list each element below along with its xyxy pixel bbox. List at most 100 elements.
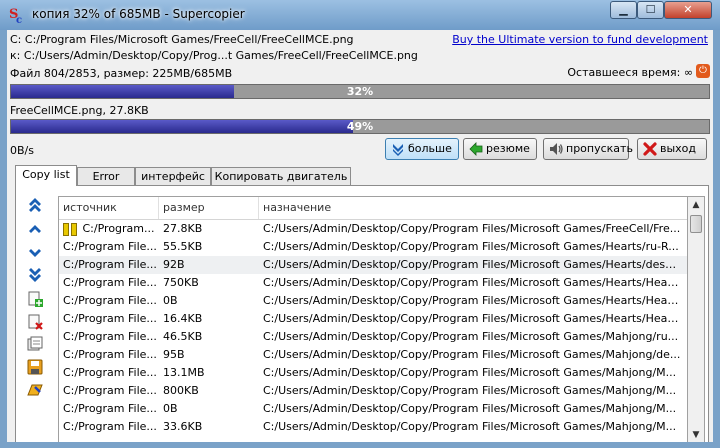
overall-progress-label: 32% — [346, 85, 374, 98]
resume-button-label: резюме — [486, 142, 530, 155]
minimize-button[interactable]: ▁ — [610, 1, 637, 19]
row-destination: C:/Users/Admin/Desktop/Copy/Program File… — [263, 384, 677, 397]
load-list-icon[interactable] — [26, 381, 44, 399]
row-size: 0B — [163, 402, 178, 415]
tab-error[interactable]: Error — [77, 167, 135, 185]
row-size: 46.5KB — [163, 330, 203, 343]
exit-button-label: выход — [660, 142, 697, 155]
cancel-x-icon — [643, 142, 657, 156]
row-source: C:/Program File... — [59, 292, 159, 310]
row-source: C:/Program File... — [59, 382, 159, 400]
move-up-icon[interactable] — [26, 220, 44, 238]
row-destination: C:/Users/Admin/Desktop/Copy/Program File… — [263, 366, 677, 379]
row-source: C:/Program File... — [59, 256, 159, 274]
skip-button-label: пропускать — [566, 142, 633, 155]
table-row[interactable]: C:/Program File... 55.5KB C:/Users/Admin/D… — [59, 238, 687, 256]
file-count-size: Файл 804/2853, размер: 225MB/685MB — [10, 67, 233, 80]
list-vertical-scrollbar[interactable]: ▲ ▼ — [688, 196, 705, 442]
more-button-label: больше — [408, 142, 452, 155]
tab-copy-list[interactable]: Copy list — [15, 165, 77, 186]
maximize-button[interactable]: ☐ — [637, 1, 664, 19]
edit-item-icon[interactable] — [26, 335, 44, 353]
more-button[interactable]: больше — [385, 138, 459, 160]
row-size: 27.8KB — [163, 222, 203, 235]
file-progress-bar: 49% — [10, 119, 710, 134]
table-row[interactable]: C:/Program File... 13.1MB C:/Users/Admin/D… — [59, 364, 687, 382]
svg-text:c: c — [16, 15, 22, 24]
promo-link[interactable]: Buy the Ultimate version to fund develop… — [452, 33, 708, 46]
table-row[interactable]: C:/Program File... 92B C:/Users/Admin/Desk… — [59, 256, 687, 274]
transfer-speed: 0B/s — [10, 144, 34, 157]
move-to-top-icon[interactable] — [26, 196, 44, 214]
title-bar[interactable]: S c копия 32% of 685MB - Supercopier ▁ ☐… — [0, 0, 720, 30]
row-source-text: C:/Program File... — [63, 330, 157, 343]
row-source-text: C:/Program... — [82, 222, 155, 235]
resume-button[interactable]: резюме — [463, 138, 537, 160]
tab-copy-engine[interactable]: Копировать двигатель — [211, 167, 351, 185]
supercopier-window: S c копия 32% of 685MB - Supercopier ▁ ☐… — [0, 0, 720, 448]
close-button[interactable]: ✕ — [664, 1, 712, 19]
scrollbar-thumb[interactable] — [690, 215, 702, 233]
copy-list-panel: источник размер назначение C:/Program...… — [15, 185, 709, 442]
remove-file-icon[interactable] — [26, 313, 44, 331]
row-source: C:/Program File... — [59, 364, 159, 382]
skip-speaker-icon — [550, 143, 563, 155]
scroll-up-arrow-icon[interactable]: ▲ — [688, 197, 704, 213]
row-destination: C:/Users/Admin/Desktop/Copy/Program File… — [263, 222, 681, 235]
table-row[interactable]: C:/Program File... 0B C:/Users/Admin/Deskt… — [59, 292, 687, 310]
row-source-text: C:/Program File... — [63, 240, 157, 253]
row-source-text: C:/Program File... — [63, 348, 157, 361]
add-file-icon[interactable] — [26, 290, 44, 308]
row-destination: C:/Users/Admin/Desktop/Copy/Program File… — [263, 330, 679, 343]
table-row[interactable]: C:/Program File... 0B C:/Users/Admin/Deskt… — [59, 400, 687, 418]
row-source-text: C:/Program File... — [63, 384, 157, 397]
row-destination: C:/Users/Admin/Desktop/Copy/Program File… — [263, 276, 681, 289]
row-source: C:/Program File... — [59, 418, 159, 436]
table-row[interactable]: C:/Program... 27.8KB C:/Users/Admin/Deskto… — [59, 220, 687, 238]
supercopier-logo-icon: S c — [9, 7, 22, 24]
table-row[interactable]: C:/Program File... 16.4KB C:/Users/Admin/D… — [59, 310, 687, 328]
row-size: 33.6KB — [163, 420, 203, 433]
exit-button[interactable]: выход — [637, 138, 707, 160]
list-action-toolbar — [16, 186, 58, 442]
row-destination: C:/Users/Admin/Desktop/Copy/Program File… — [263, 294, 681, 307]
row-source: C:/Program File... — [59, 238, 159, 256]
row-size: 95B — [163, 348, 185, 361]
column-header-destination[interactable]: назначение — [259, 197, 681, 219]
row-source: C:/Program... — [59, 220, 159, 238]
table-row[interactable]: C:/Program File... 800KB C:/Users/Admin/De… — [59, 382, 687, 400]
save-list-icon[interactable] — [26, 358, 44, 376]
time-remaining-icon[interactable]: ⏻ — [696, 64, 710, 78]
row-size: 16.4KB — [163, 312, 203, 325]
overall-progress-bar: 32% — [10, 84, 710, 99]
table-row[interactable]: C:/Program File... 33.6KB C:/Users/Admin/D… — [59, 418, 687, 436]
copy-list-table[interactable]: источник размер назначение C:/Program...… — [58, 196, 688, 442]
scroll-down-arrow-icon[interactable]: ▼ — [688, 427, 704, 442]
row-source: C:/Program File... — [59, 310, 159, 328]
row-destination: C:/Users/Admin/Desktop/Copy/Program File… — [263, 402, 677, 415]
row-destination: C:/Users/Admin/Desktop/Copy/Program File… — [263, 240, 679, 253]
move-to-bottom-icon[interactable] — [26, 266, 44, 284]
row-source: C:/Program File... — [59, 346, 159, 364]
column-header-source[interactable]: источник — [59, 197, 159, 219]
row-destination: C:/Users/Admin/Desktop/Copy/Program File… — [263, 258, 681, 271]
row-source-text: C:/Program File... — [63, 420, 157, 433]
table-row[interactable]: C:/Program File... 95B C:/Users/Admin/Desk… — [59, 346, 687, 364]
row-size: 92B — [163, 258, 185, 271]
tab-interface[interactable]: интерфейс — [135, 167, 211, 185]
pause-icon — [63, 222, 83, 236]
row-source-text: C:/Program File... — [63, 294, 157, 307]
row-source-text: C:/Program File... — [63, 366, 157, 379]
table-header: источник размер назначение — [59, 197, 687, 220]
row-source-text: C:/Program File... — [63, 276, 157, 289]
resume-arrow-icon — [469, 142, 483, 156]
skip-button[interactable]: пропускать — [543, 138, 633, 160]
row-size: 750KB — [163, 276, 199, 289]
move-down-icon[interactable] — [26, 244, 44, 262]
row-destination: C:/Users/Admin/Desktop/Copy/Program File… — [263, 420, 677, 433]
table-row[interactable]: C:/Program File... 46.5KB C:/Users/Admin/D… — [59, 328, 687, 346]
double-chevron-down-icon — [393, 144, 403, 156]
table-row[interactable]: C:/Program File... 750KB C:/Users/Admin/De… — [59, 274, 687, 292]
source-path: C: C:/Program Files/Microsoft Games/Free… — [10, 33, 354, 46]
column-header-size[interactable]: размер — [159, 197, 259, 219]
